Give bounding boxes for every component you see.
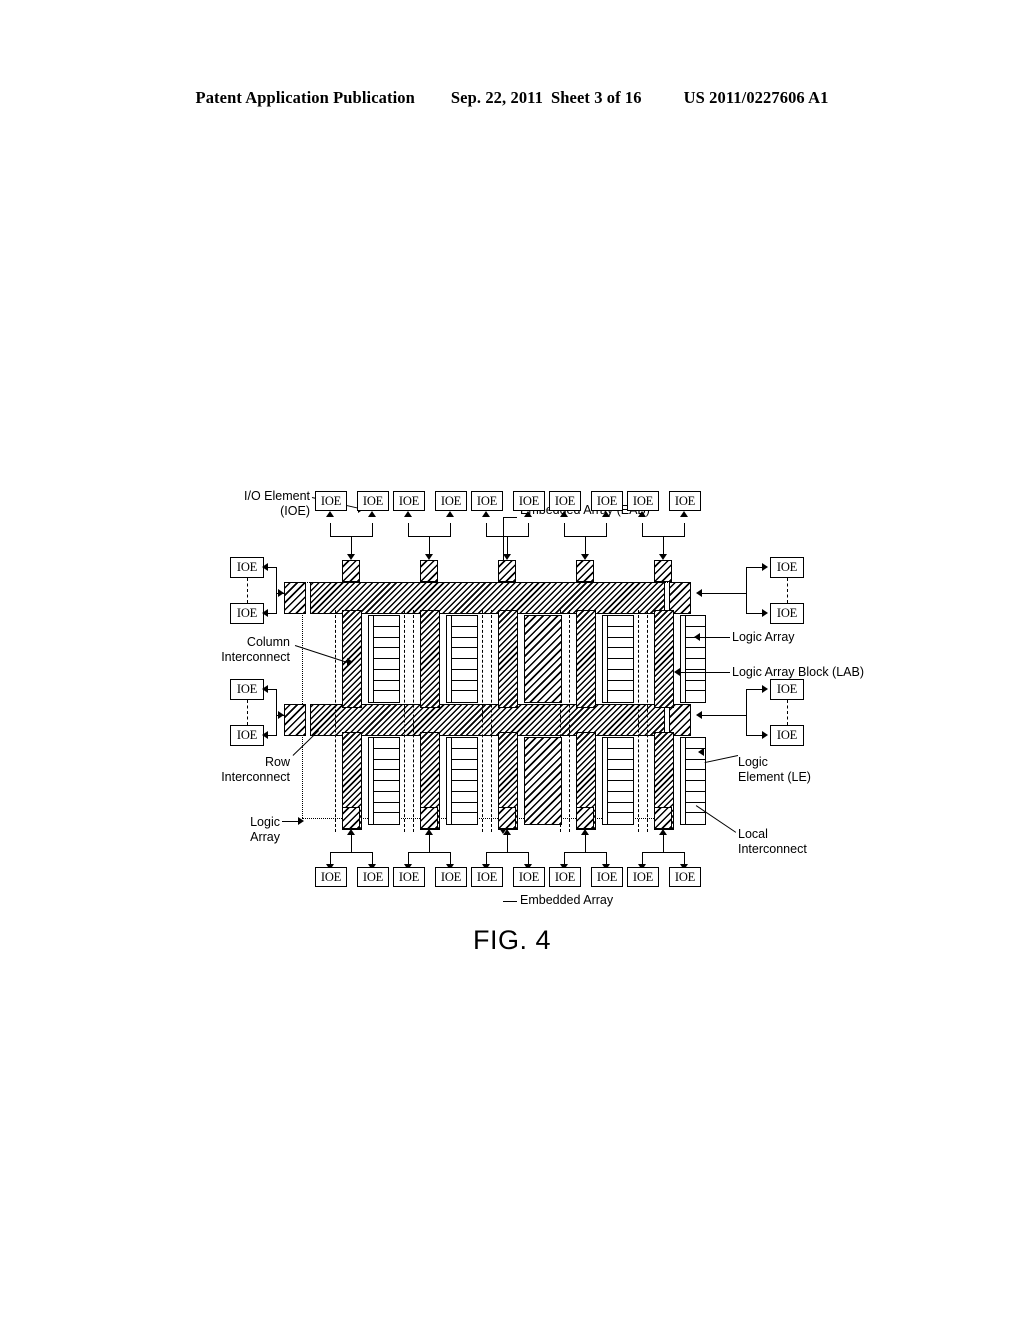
left-ioe-1b[interactable]: IOE [230,603,264,624]
le-bar-u2 [447,616,452,702]
top-connector-block-1 [342,560,360,582]
le-bar-u4 [603,616,608,702]
bottom-ioe-4[interactable]: IOE [435,867,467,887]
bottom-ioe-7[interactable]: IOE [549,867,581,887]
top-ioe-10[interactable]: IOE [669,491,701,511]
bottom-connector-block-2 [420,807,438,829]
top-ioe-3[interactable]: IOE [393,491,425,511]
bottom-ioe-1[interactable]: IOE [315,867,347,887]
label-local-interconnect: Local Interconnect [738,827,807,856]
bottom-ioe-9[interactable]: IOE [627,867,659,887]
le-bar-u5 [681,616,686,702]
top-ioe-5[interactable]: IOE [471,491,503,511]
top-ioe-9[interactable]: IOE [627,491,659,511]
label-row-interconnect: Row Interconnect [221,755,290,784]
row-interconnect-middle [310,704,665,736]
top-connector-block-2 [420,560,438,582]
header-date: Sep. 22, 2011 [450,88,543,107]
figure-4-diagram: Embedded Array (EAB) I/O Element (IOE) I… [190,455,864,925]
left-ioe-2b[interactable]: IOE [230,725,264,746]
label-column-interconnect: Column Interconnect [221,635,290,664]
bottom-connector-block-4 [576,807,594,829]
top-ioe-8[interactable]: IOE [591,491,623,511]
top-connector-block-3 [498,560,516,582]
label-embedded-array-bottom: Embedded Array [520,893,614,907]
bottom-connector-block-3 [498,807,516,829]
bottom-ioe-10[interactable]: IOE [669,867,701,887]
le-stack-u4 [602,615,634,703]
label-logic-array-right: Logic Array [732,630,795,644]
right-ioe-1b[interactable]: IOE [770,603,804,624]
embedded-array-block-upper [524,615,562,703]
bottom-ioe-6[interactable]: IOE [513,867,545,887]
right-ioe-1a[interactable]: IOE [770,557,804,578]
page-header: Patent Application Publication Sep. 22, … [0,88,1024,108]
le-stack-d2 [446,737,478,825]
left-ioe-2a[interactable]: IOE [230,679,264,700]
header-publication: Patent Application Publication [195,88,415,107]
le-stack-d4 [602,737,634,825]
le-bar-d5 [681,738,686,824]
bottom-ioe-5[interactable]: IOE [471,867,503,887]
le-bar-d2 [447,738,452,824]
embedded-array-block-lower [524,737,562,825]
top-ioe-1[interactable]: IOE [315,491,347,511]
column-interconnect-u2 [420,610,440,708]
le-stack-u1 [368,615,400,703]
bottom-ioe-3[interactable]: IOE [393,867,425,887]
top-connector-block-5 [654,560,672,582]
right-ioe-2a[interactable]: IOE [770,679,804,700]
bottom-ioe-8[interactable]: IOE [591,867,623,887]
right-ioe-2b[interactable]: IOE [770,725,804,746]
top-ioe-2[interactable]: IOE [357,491,389,511]
column-interconnect-u5 [654,610,674,708]
le-stack-u5 [680,615,706,703]
left-edge-block-middle [284,704,306,736]
label-io-element: I/O Element (IOE) [244,489,310,518]
column-interconnect-u4 [576,610,596,708]
label-logic-element: Logic Element (LE) [738,755,811,784]
le-bar-d1 [369,738,374,824]
bottom-connector-block-1 [342,807,360,829]
column-interconnect-u3 [498,610,518,708]
top-ioe-7[interactable]: IOE [549,491,581,511]
top-ioe-4[interactable]: IOE [435,491,467,511]
bottom-ioe-2[interactable]: IOE [357,867,389,887]
left-edge-block-top [284,582,306,614]
header-sheet: Sheet 3 of 16 [550,88,642,107]
label-logic-array-block: Logic Array Block (LAB) [732,665,864,679]
top-connector-block-4 [576,560,594,582]
le-bar-d4 [603,738,608,824]
le-bar-u1 [369,616,374,702]
patent-page: Patent Application Publication Sep. 22, … [0,0,1024,1320]
left-ioe-1a[interactable]: IOE [230,557,264,578]
top-ioe-6[interactable]: IOE [513,491,545,511]
header-patent-number: US 2011/0227606 A1 [683,88,829,107]
le-stack-u2 [446,615,478,703]
le-stack-d1 [368,737,400,825]
bottom-connector-block-5 [654,807,672,829]
figure-caption: FIG. 4 [472,925,551,955]
label-logic-array-left: Logic Array [250,815,280,844]
row-interconnect-top [310,582,665,614]
